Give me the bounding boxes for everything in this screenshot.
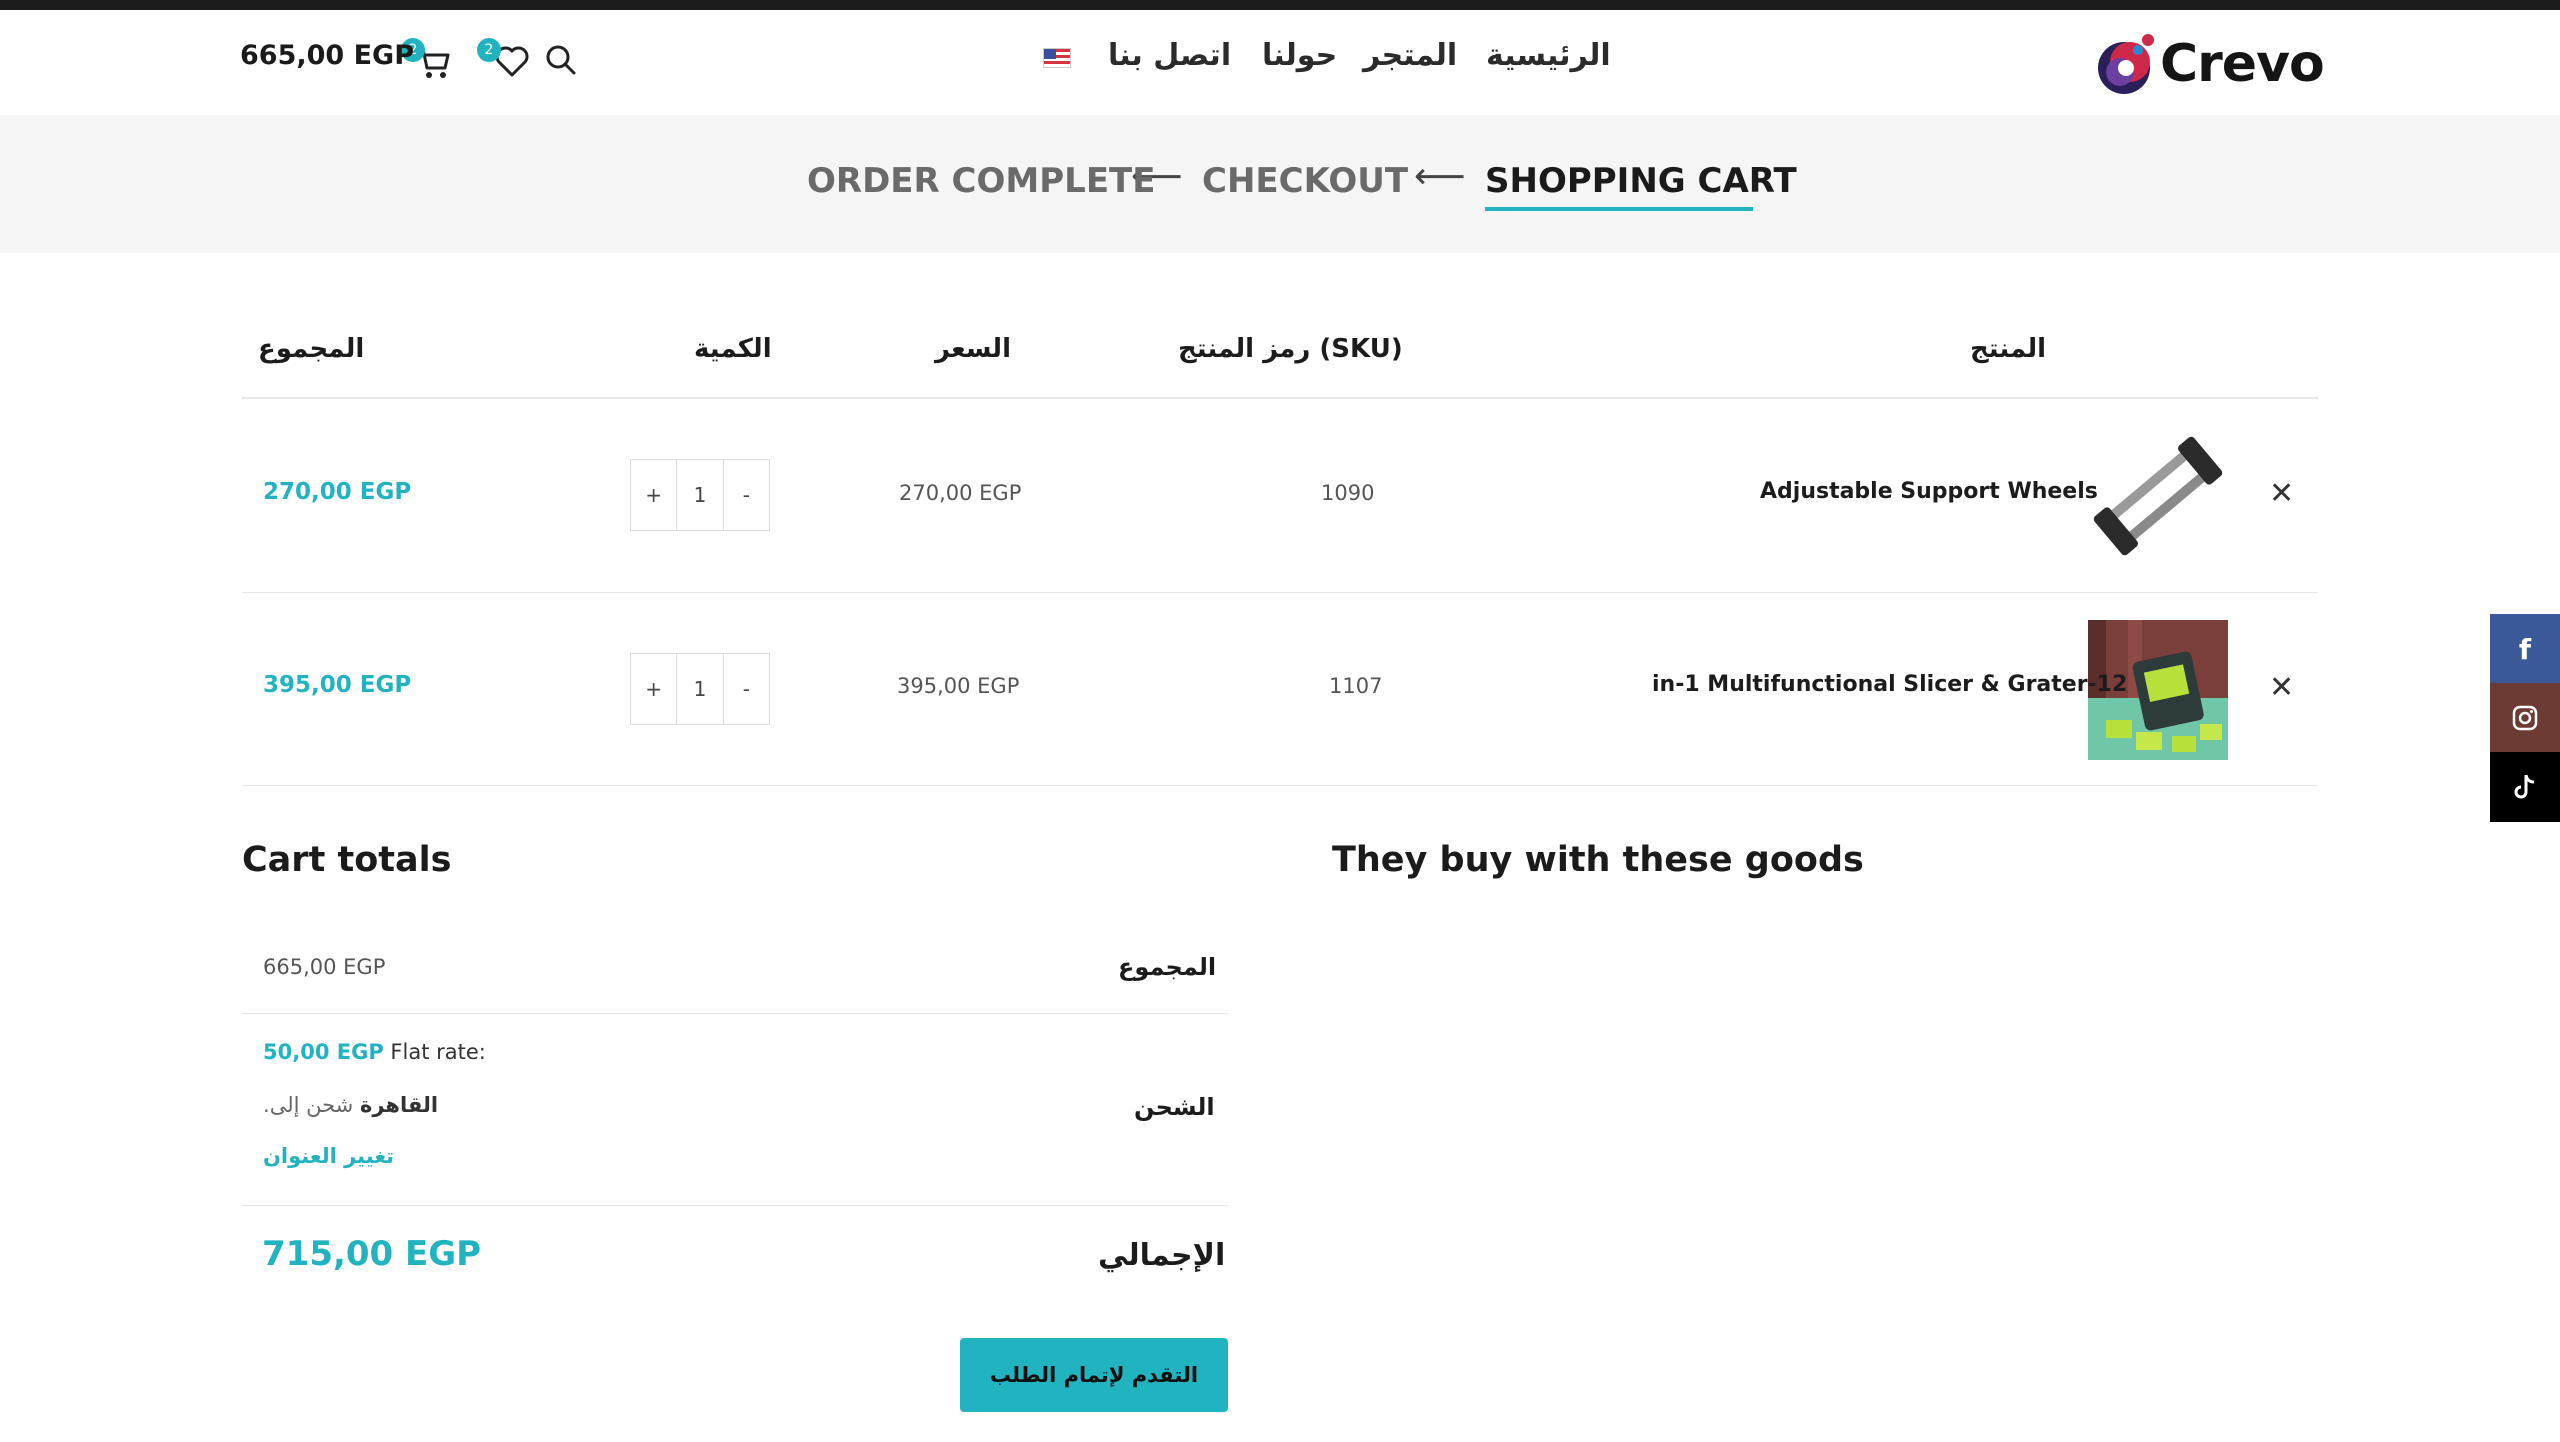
row-divider: [242, 592, 2318, 593]
shipping-method[interactable]: 50,00 EGP Flat rate:: [263, 1040, 486, 1064]
search-icon[interactable]: [543, 42, 579, 82]
nav-contact[interactable]: اتصل بنا: [1108, 38, 1231, 73]
quantity-minus-button[interactable]: -: [722, 460, 769, 530]
instagram-icon[interactable]: [2490, 683, 2560, 753]
facebook-icon[interactable]: f: [2490, 614, 2560, 684]
quantity-stepper: + 1 -: [630, 653, 770, 725]
product-sku: 1107: [1329, 674, 1383, 698]
totals-total-label: الإجمالي: [1098, 1238, 1226, 1273]
cart-totals-title: Cart totals: [242, 840, 452, 880]
step-order-complete: ORDER COMPLETE: [807, 161, 1156, 201]
totals-divider: [242, 1205, 1228, 1206]
nav-about[interactable]: حولنا: [1262, 38, 1337, 73]
top-bar: [0, 0, 2560, 10]
step-checkout: CHECKOUT: [1202, 161, 1409, 201]
remove-item-icon[interactable]: ✕: [2269, 476, 2294, 511]
col-header-quantity: الكمية: [694, 334, 772, 364]
cross-sells-title: They buy with these goods: [1332, 840, 1864, 880]
shipping-rate: 50,00 EGP: [263, 1040, 384, 1064]
step-arrow-icon: ⟵: [1414, 156, 1466, 197]
step-shopping-cart: SHOPPING CART: [1485, 161, 1797, 201]
product-thumbnail[interactable]: [2089, 427, 2227, 565]
product-price: 395,00 EGP: [897, 674, 1020, 698]
table-header-divider: [242, 397, 2318, 399]
quantity-input[interactable]: 1: [676, 460, 722, 530]
quantity-plus-button[interactable]: +: [631, 654, 676, 724]
quantity-stepper: + 1 -: [630, 459, 770, 531]
product-name[interactable]: Adjustable Support Wheels: [1760, 479, 2098, 504]
us-flag-icon[interactable]: [1043, 48, 1071, 68]
crevo-logo-text[interactable]: Crevo: [2160, 34, 2325, 94]
wishlist-count-badge: 2: [477, 38, 501, 62]
change-address-link[interactable]: تغيير العنوان: [263, 1144, 394, 1168]
totals-total-value: 715,00 EGP: [262, 1234, 482, 1274]
header-cart-total[interactable]: 665,00 EGP: [240, 40, 414, 71]
nav-home[interactable]: الرئيسية: [1486, 38, 1611, 73]
shipping-method-label: Flat rate:: [390, 1040, 486, 1064]
col-header-price: السعر: [935, 334, 1011, 364]
quantity-minus-button[interactable]: -: [722, 654, 769, 724]
totals-divider: [242, 1013, 1228, 1014]
quantity-plus-button[interactable]: +: [631, 460, 676, 530]
row-divider: [242, 785, 2318, 786]
tiktok-icon[interactable]: [2490, 752, 2560, 822]
totals-subtotal-value: 665,00 EGP: [263, 955, 386, 979]
crevo-logo-mark[interactable]: [2092, 28, 2164, 100]
shipping-city: القاهرة: [359, 1093, 439, 1117]
row-subtotal: 270,00 EGP: [263, 479, 412, 505]
nav-shop[interactable]: المتجر: [1363, 38, 1457, 73]
row-subtotal: 395,00 EGP: [263, 672, 412, 698]
remove-item-icon[interactable]: ✕: [2269, 670, 2294, 705]
col-header-subtotal: المجموع: [258, 334, 365, 364]
shipping-to-text: شحن إلى: [269, 1093, 354, 1117]
product-name[interactable]: in-1 Multifunctional Slicer & Grater-12: [1652, 672, 2127, 697]
active-step-underline: [1485, 207, 1753, 211]
totals-subtotal-label: المجموع: [1118, 953, 1217, 981]
col-header-sku: رمز المنتج (SKU): [1178, 334, 1403, 364]
quantity-input[interactable]: 1: [676, 654, 722, 724]
proceed-to-checkout-button[interactable]: التقدم لإتمام الطلب: [960, 1338, 1228, 1412]
col-header-product: المنتج: [1970, 334, 2047, 364]
shipping-destination: . القاهرة شحن إلى: [263, 1093, 439, 1117]
product-price: 270,00 EGP: [899, 481, 1022, 505]
product-sku: 1090: [1321, 481, 1375, 505]
totals-shipping-label: الشحن: [1134, 1093, 1215, 1121]
